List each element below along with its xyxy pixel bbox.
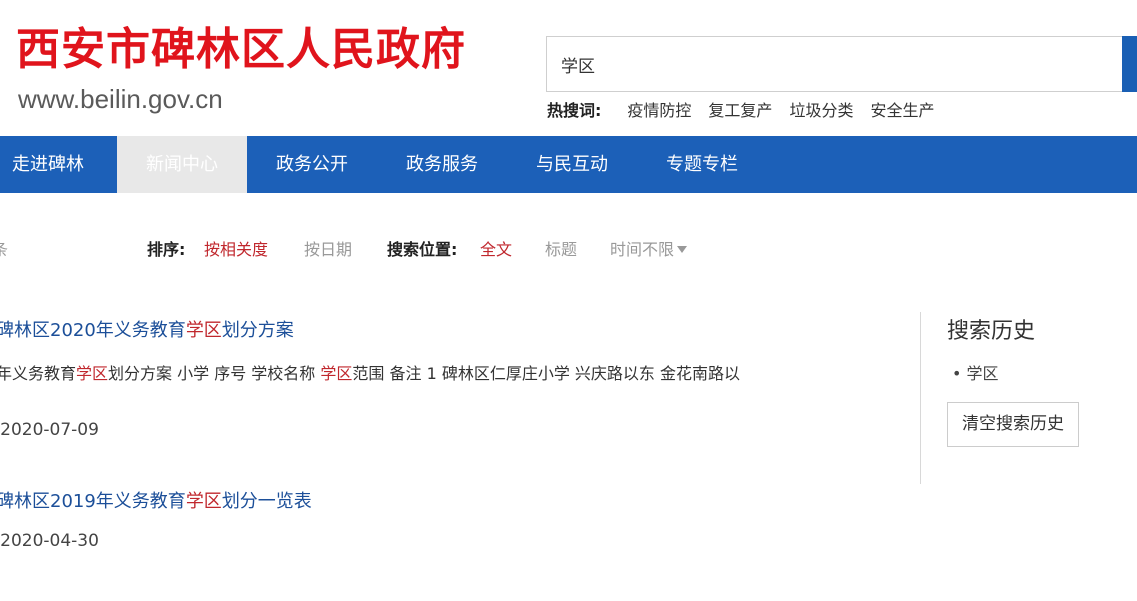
hot-search-label: 热搜词: xyxy=(547,101,602,120)
sidebar-divider xyxy=(920,312,921,484)
page: 西安市碑林区人民政府 www.beilin.gov.cn 热搜词: 疫情防控 复… xyxy=(0,0,1137,601)
title-text: 划分一览表 xyxy=(221,491,312,512)
snippet-text: 划分方案 小学 序号 学校名称 xyxy=(108,364,321,383)
search-history-title: 搜索历史 xyxy=(947,319,1036,344)
site-url: www.beilin.gov.cn xyxy=(18,84,223,114)
snippet-highlight: 学区 xyxy=(320,364,353,383)
result-date: -2020-04-30 xyxy=(0,531,99,551)
nav-item-gov-services[interactable]: 政务服务 xyxy=(377,136,507,193)
nav-item-news-center[interactable]: 新闻中心 xyxy=(117,136,247,193)
chevron-down-icon xyxy=(677,246,688,253)
search-button[interactable] xyxy=(1122,36,1137,92)
nav-item-public-interaction[interactable]: 与民互动 xyxy=(507,136,637,193)
title-text: 划分方案 xyxy=(221,320,294,341)
hot-term-link[interactable]: 垃圾分类 xyxy=(789,97,853,121)
history-term: 学区 xyxy=(966,364,999,383)
result-snippet: 年义务教育学区划分方案 小学 序号 学校名称 学区范围 备注 1 碑林区仁厚庄小… xyxy=(0,360,740,384)
result-date: -2020-07-09 xyxy=(0,420,99,440)
result-title-link[interactable]: 碑林区2019年义务教育学区划分一览表 xyxy=(0,487,312,513)
search-history-item[interactable]: • 学区 xyxy=(952,360,999,384)
title-text: 碑林区2020年义务教育 xyxy=(0,320,186,341)
hot-term-link[interactable]: 安全生产 xyxy=(870,97,934,121)
hot-search-row: 热搜词: 疫情防控 复工复产 垃圾分类 安全生产 xyxy=(547,97,951,121)
result-title-link[interactable]: 碑林区2020年义务教育学区划分方案 xyxy=(0,316,294,342)
title-highlight: 学区 xyxy=(185,320,222,341)
position-title[interactable]: 标题 xyxy=(545,236,577,260)
hot-term-link[interactable]: 疫情防控 xyxy=(627,97,691,121)
hot-term-link[interactable]: 复工复产 xyxy=(708,97,772,121)
time-range-label: 时间不限 xyxy=(610,240,675,259)
time-range-dropdown[interactable]: 时间不限 xyxy=(610,236,688,260)
site-logo-title[interactable]: 西安市碑林区人民政府 xyxy=(16,22,466,78)
snippet-highlight: 学区 xyxy=(76,364,109,383)
sort-label: 排序: xyxy=(147,240,186,259)
sort-by-date[interactable]: 按日期 xyxy=(304,236,352,260)
clear-history-button[interactable]: 清空搜索历史 xyxy=(947,402,1079,447)
main-nav: 走进碑林 新闻中心 政务公开 政务服务 与民互动 专题专栏 xyxy=(0,136,1137,193)
title-text: 碑林区2019年义务教育 xyxy=(0,491,186,512)
position-full-text[interactable]: 全文 xyxy=(480,236,512,260)
search-input[interactable] xyxy=(561,37,1101,91)
sort-by-relevance[interactable]: 按相关度 xyxy=(204,236,268,260)
snippet-text: 年义务教育 xyxy=(0,364,77,383)
snippet-text: 范围 备注 1 碑林区仁厚庄小学 兴庆路以东 金花南路以 xyxy=(352,364,741,383)
nav-item-special-topics[interactable]: 专题专栏 xyxy=(637,136,767,193)
search-box xyxy=(546,36,1124,92)
title-highlight: 学区 xyxy=(185,491,222,512)
result-count-fragment: 条 xyxy=(0,240,9,259)
bullet-icon: • xyxy=(952,364,962,383)
nav-item-about-beilin[interactable]: 走进碑林 xyxy=(0,136,104,193)
nav-item-gov-affairs-open[interactable]: 政务公开 xyxy=(247,136,377,193)
search-position-label: 搜索位置: xyxy=(387,240,458,259)
